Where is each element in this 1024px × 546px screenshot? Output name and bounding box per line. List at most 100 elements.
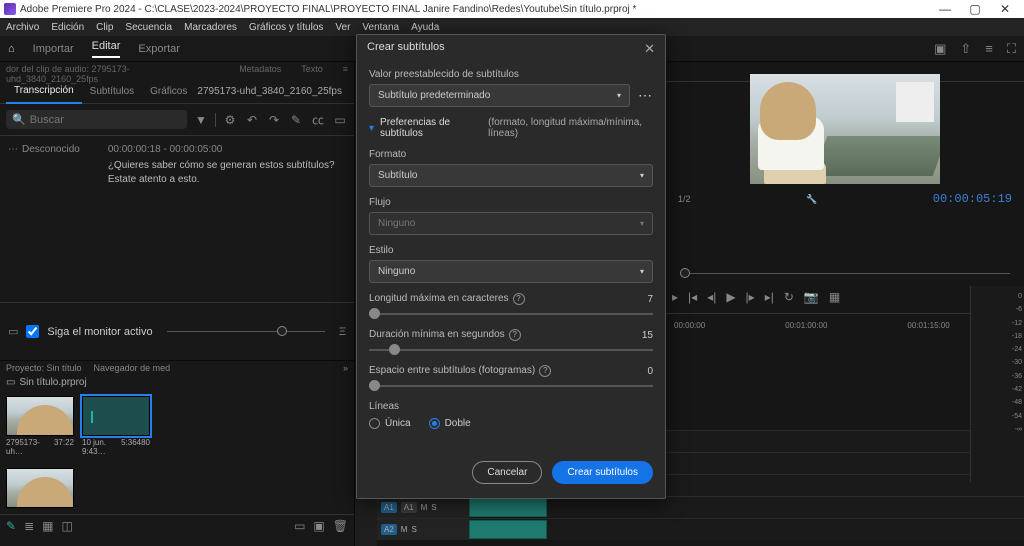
mark-in-icon[interactable]: ▸ <box>672 290 678 307</box>
new-bin-icon[interactable]: ▭ <box>294 519 305 533</box>
ws-export[interactable]: Exportar <box>138 43 180 55</box>
tab-graphics[interactable]: Gráficos <box>142 81 195 103</box>
new-item-icon[interactable]: ▣ <box>313 519 324 533</box>
maxchars-slider[interactable] <box>369 313 653 315</box>
thumb-video-2[interactable] <box>6 468 74 508</box>
menu-ventana[interactable]: Ventana <box>362 22 399 33</box>
chevron-down-icon: ▾ <box>617 91 621 100</box>
edit-text-icon[interactable]: ✎ <box>288 113 304 127</box>
play-icon[interactable]: ▶ <box>726 290 735 307</box>
search-input[interactable] <box>30 114 181 126</box>
go-end-icon[interactable]: ▸| <box>765 290 774 307</box>
list-view-icon[interactable]: ≣ <box>24 519 34 533</box>
menu-graficos[interactable]: Gráficos y títulos <box>249 22 323 33</box>
fit-icon[interactable]: Ξ <box>339 326 346 338</box>
tab-transcription[interactable]: Transcripción <box>6 80 82 104</box>
settings-icon[interactable]: ⚙ <box>222 113 238 127</box>
program-timecode[interactable]: 00:00:05:19 <box>933 192 1012 206</box>
expand-icon[interactable]: ▭ <box>8 325 18 338</box>
menu-archivo[interactable]: Archivo <box>6 22 39 33</box>
transcript-text: ¿Quieres saber cómo se generan estos sub… <box>108 159 346 187</box>
go-start-icon[interactable]: |◂ <box>688 290 697 307</box>
pencil-icon[interactable]: ✎ <box>6 519 16 533</box>
project-panel: Proyecto: Sin título Navegador de med » … <box>0 360 354 546</box>
maximize-button[interactable]: ▢ <box>960 2 990 16</box>
speaker-name: Desconocido <box>22 144 80 155</box>
cc-icon[interactable]: ㏄ <box>310 111 326 128</box>
zoom-slider[interactable] <box>167 331 325 332</box>
media-browser-tab[interactable]: Navegador de med <box>94 363 171 373</box>
ws-edit[interactable]: Editar <box>92 40 121 58</box>
program-scrub[interactable] <box>680 273 1010 274</box>
prefs-accordion[interactable]: ▾ Preferencias de subtítulos (formato, l… <box>369 117 653 139</box>
speaker-menu-icon[interactable]: ⋯ <box>8 144 18 155</box>
track-a1[interactable]: A1 <box>401 502 417 513</box>
menu-edicion[interactable]: Edición <box>51 22 84 33</box>
help-icon[interactable]: ? <box>513 293 525 305</box>
menu-ver[interactable]: Ver <box>335 22 350 33</box>
clip-header-menu-icon[interactable]: ≡ <box>343 64 348 78</box>
gap-slider[interactable] <box>369 385 653 387</box>
preset-options-icon[interactable]: ⋯ <box>638 87 653 104</box>
wrench-icon[interactable]: 🔧 <box>806 194 817 205</box>
lines-single-radio[interactable]: Única <box>369 418 411 429</box>
freeform-view-icon[interactable]: ◫ <box>61 519 72 533</box>
estilo-dropdown[interactable]: Ninguno▾ <box>369 260 653 283</box>
share-icon[interactable]: ⇧ <box>960 41 971 57</box>
loop-icon[interactable]: ↻ <box>784 290 794 307</box>
help-icon[interactable]: ? <box>509 329 521 341</box>
export-frame-icon[interactable]: ▦ <box>829 290 840 307</box>
thumb-audio[interactable]: 10 jun. 9:43…5:36480 <box>82 396 150 456</box>
menu-ayuda[interactable]: Ayuda <box>411 22 439 33</box>
menu-marcadores[interactable]: Marcadores <box>184 22 237 33</box>
lines-double-radio[interactable]: Doble <box>429 418 471 429</box>
program-video[interactable] <box>750 74 940 184</box>
formato-label: Formato <box>369 149 653 160</box>
menu-clip[interactable]: Clip <box>96 22 113 33</box>
step-back-icon[interactable]: ◂| <box>707 290 716 307</box>
window-titlebar: Adobe Premiere Pro 2024 - C:\CLASE\2023-… <box>0 0 1024 18</box>
audio-clip-2[interactable] <box>469 520 547 539</box>
minimize-button[interactable]: — <box>930 2 960 16</box>
flujo-dropdown: Ninguno▾ <box>369 212 653 235</box>
maxchars-label: Longitud máxima en caracteres <box>369 293 509 304</box>
formato-dropdown[interactable]: Subtítulo▾ <box>369 164 653 187</box>
quick-export-icon[interactable]: ▣ <box>934 41 946 57</box>
project-chevron-icon[interactable]: » <box>343 363 348 373</box>
thumb-video[interactable]: 2795173-uh…37:22 <box>6 396 74 456</box>
trash-icon[interactable]: 🗑 <box>333 519 348 533</box>
track-a2[interactable]: A2 <box>381 524 397 535</box>
fullscreen-icon[interactable]: ⛶ <box>1007 41 1016 57</box>
preset-dropdown[interactable]: Subtítulo predeterminado▾ <box>369 84 630 107</box>
menu-secuencia[interactable]: Secuencia <box>125 22 172 33</box>
close-button[interactable]: ✕ <box>990 2 1020 16</box>
maxchars-value: 7 <box>647 294 653 305</box>
ws-import[interactable]: Importar <box>33 43 74 55</box>
camera-icon[interactable]: 📷 <box>804 290 819 307</box>
icon-view-icon[interactable]: ▦ <box>42 519 53 533</box>
search-input-wrap[interactable]: 🔍 <box>6 110 187 129</box>
cancel-button[interactable]: Cancelar <box>472 461 542 484</box>
chevron-down-icon: ▾ <box>640 267 644 276</box>
prog-zoom[interactable]: 1/2 <box>678 194 691 204</box>
step-fwd-icon[interactable]: |▸ <box>746 290 755 307</box>
audio-meter: 0 -6 -12 -18 -24 -30 -36 -42 -48 -54 -∞ <box>970 286 1024 482</box>
track-a1-src[interactable]: A1 <box>381 502 397 513</box>
modal-close-icon[interactable]: ✕ <box>644 41 655 57</box>
filter-icon[interactable]: ▼ <box>193 113 209 127</box>
audio-clip-1[interactable] <box>469 498 547 517</box>
active-sequence-name: 2795173-uhd_3840_2160_25fps <box>197 86 348 97</box>
help-icon[interactable]: ? <box>539 365 551 377</box>
monitor-follow-checkbox[interactable] <box>26 325 39 338</box>
home-icon[interactable]: ⌂ <box>8 43 15 55</box>
subtitle-tool-icon[interactable]: ▭ <box>332 113 348 127</box>
redo-icon[interactable]: ↷ <box>266 113 282 127</box>
project-tab[interactable]: Proyecto: Sin título <box>6 363 82 373</box>
create-subtitles-button[interactable]: Crear subtítulos <box>552 461 653 484</box>
workspaces-icon[interactable]: ≡ <box>985 41 993 57</box>
tab-subtitles[interactable]: Subtítulos <box>82 81 142 103</box>
chevron-down-icon: ▾ <box>640 171 644 180</box>
flujo-label: Flujo <box>369 197 653 208</box>
minsecs-slider[interactable] <box>369 349 653 351</box>
undo-icon[interactable]: ↶ <box>244 113 260 127</box>
